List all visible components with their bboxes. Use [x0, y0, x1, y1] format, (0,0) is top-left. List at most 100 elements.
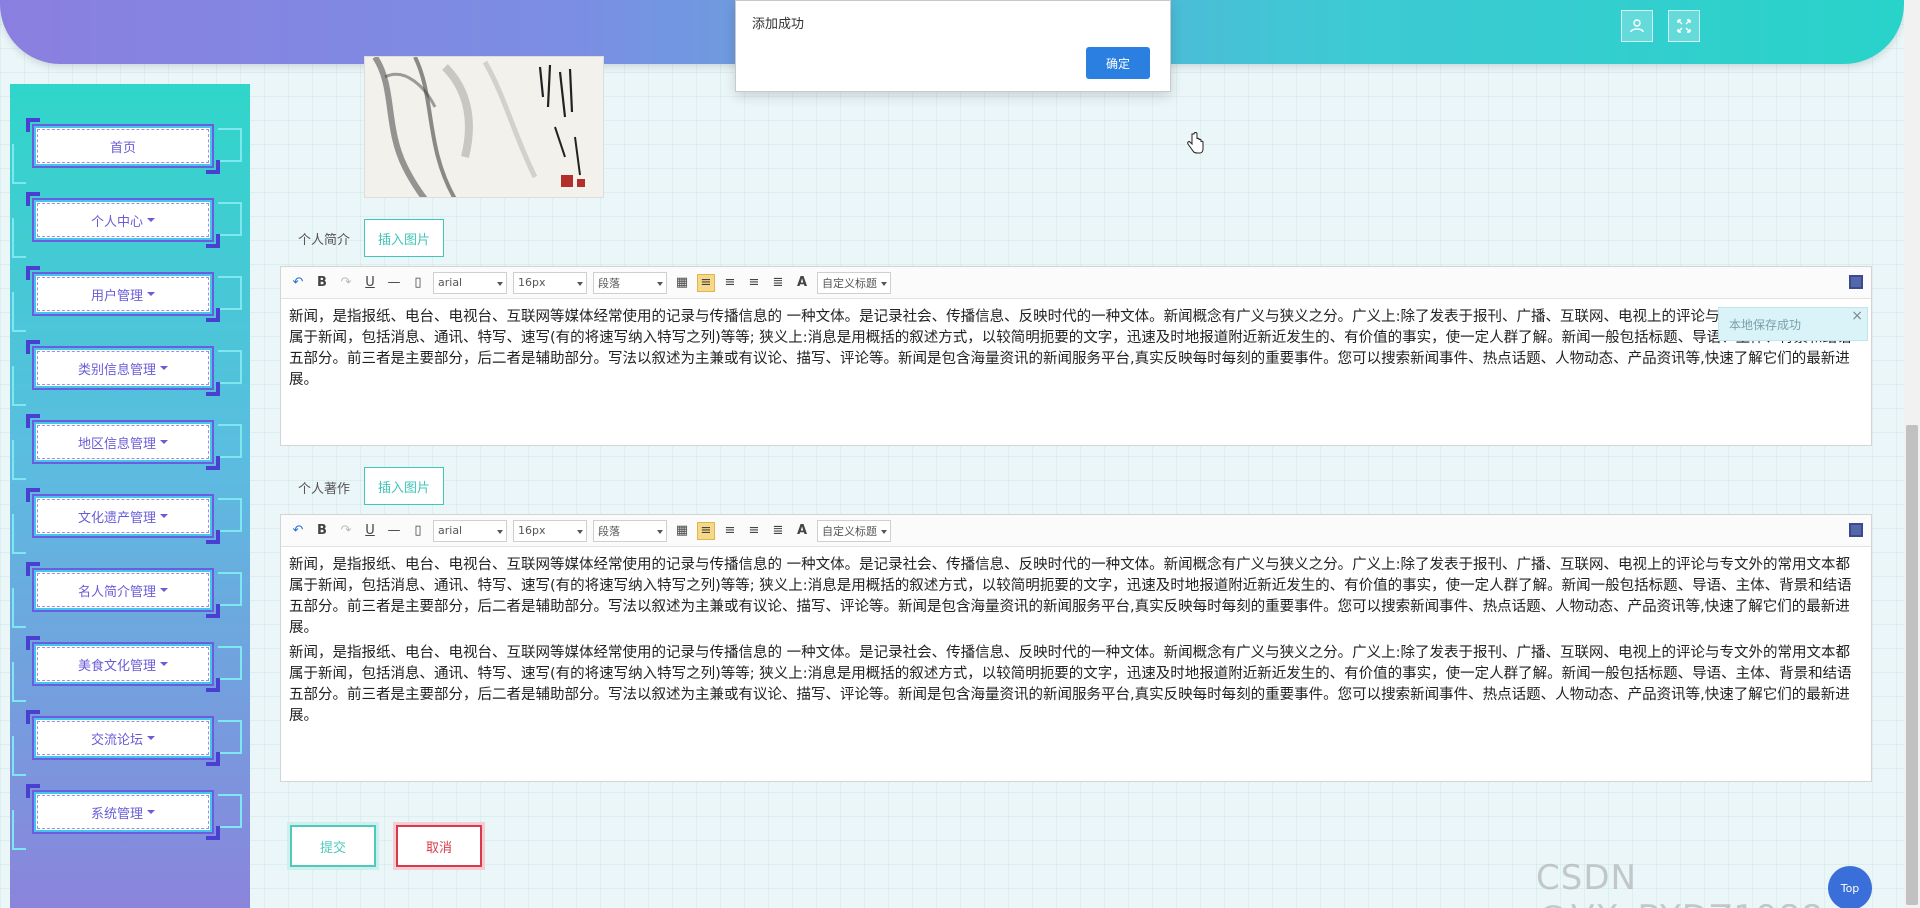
font-color-icon[interactable]: A: [793, 274, 811, 292]
sidebar-item-7[interactable]: 美食文化管理: [12, 636, 242, 702]
align-center-icon[interactable]: ≡: [745, 522, 763, 540]
align-left-icon[interactable]: ≡: [697, 521, 715, 540]
sidebar-item-frame[interactable]: 地区信息管理: [32, 420, 214, 464]
cancel-button[interactable]: 取消: [396, 825, 482, 867]
sidebar-item-frame[interactable]: 个人中心: [32, 198, 214, 242]
chevron-down-icon: [160, 514, 168, 518]
underline-icon[interactable]: U: [361, 274, 379, 292]
font-color-icon[interactable]: A: [793, 522, 811, 540]
menu-decoration: [218, 498, 242, 532]
local-save-toast: 本地保存成功 ×: [1718, 307, 1868, 341]
align-justify-icon[interactable]: ≣: [769, 522, 787, 540]
sidebar-item-frame[interactable]: 名人简介管理: [32, 568, 214, 612]
bold-icon[interactable]: B: [313, 522, 331, 540]
sidebar-item-label: 首页: [109, 140, 136, 156]
underline-icon[interactable]: U: [361, 522, 379, 540]
sidebar-item-3[interactable]: 类别信息管理: [12, 340, 242, 406]
close-icon[interactable]: ×: [1851, 308, 1863, 324]
menu-decoration: [218, 720, 242, 754]
alert-dialog: 添加成功 确定: [735, 0, 1171, 92]
custom-title-select[interactable]: 自定义标题: [817, 519, 891, 542]
table-icon[interactable]: ▦: [673, 522, 691, 540]
align-right-icon[interactable]: ≡: [721, 522, 739, 540]
fullscreen-icon: [1677, 19, 1691, 33]
intro-editor[interactable]: ↶ B ↷ U — ▯ arial 16px 段落 ▦ ≡ ≡ ≡ ≣ A 自定…: [280, 266, 1872, 446]
alert-ok-button[interactable]: 确定: [1086, 47, 1150, 79]
submit-button[interactable]: 提交: [290, 825, 376, 867]
font-size-select[interactable]: 16px: [513, 271, 587, 294]
sidebar-item-frame[interactable]: 首页: [32, 124, 214, 168]
sidebar-item-1[interactable]: 个人中心: [12, 192, 242, 258]
scrollbar-thumb[interactable]: [1906, 425, 1918, 905]
table-icon[interactable]: ▦: [673, 274, 691, 292]
sidebar-item-2[interactable]: 用户管理: [12, 266, 242, 332]
chevron-down-icon: [147, 736, 155, 740]
sidebar-item-frame[interactable]: 文化遗产管理: [32, 494, 214, 538]
align-justify-icon[interactable]: ≣: [769, 274, 787, 292]
page-scrollbar[interactable]: [1904, 0, 1920, 908]
sidebar-item-5[interactable]: 文化遗产管理: [12, 488, 242, 554]
sidebar-item-8[interactable]: 交流论坛: [12, 710, 242, 776]
menu-decoration: [218, 646, 242, 680]
menu-decoration: [12, 144, 26, 184]
menu-decoration: [12, 440, 26, 480]
sidebar-item-label: 交流论坛: [90, 732, 143, 748]
intro-paragraph: 新闻，是指报纸、电台、电视台、互联网等媒体经常使用的记录与传播信息的 一种文体。…: [289, 309, 1852, 388]
sidebar-item-label: 个人中心: [90, 214, 143, 230]
sidebar-item-6[interactable]: 名人简介管理: [12, 562, 242, 628]
works-editor-toolbar: ↶ B ↷ U — ▯ arial 16px 段落 ▦ ≡ ≡ ≡ ≣ A 自定…: [281, 515, 1871, 547]
sidebar-item-label: 文化遗产管理: [77, 510, 156, 526]
align-center-icon[interactable]: ≡: [745, 274, 763, 292]
align-left-icon[interactable]: ≡: [697, 273, 715, 292]
align-right-icon[interactable]: ≡: [721, 274, 739, 292]
clear-format-icon[interactable]: ▯: [409, 274, 427, 292]
paragraph-select[interactable]: 段落: [593, 271, 667, 294]
horizontal-rule-icon[interactable]: —: [385, 274, 403, 292]
editor-fullscreen-icon[interactable]: [1849, 523, 1863, 537]
sidebar-item-label: 美食文化管理: [77, 658, 156, 674]
menu-decoration: [218, 128, 242, 162]
redo-icon[interactable]: ↷: [337, 274, 355, 292]
sidebar-item-0[interactable]: 首页: [12, 118, 242, 184]
works-insert-image-button[interactable]: 插入图片: [364, 467, 444, 505]
chevron-down-icon: [147, 292, 155, 296]
menu-decoration: [12, 218, 26, 258]
sidebar-item-4[interactable]: 地区信息管理: [12, 414, 242, 480]
font-size-select[interactable]: 16px: [513, 519, 587, 542]
paragraph-select[interactable]: 段落: [593, 519, 667, 542]
works-editor-content[interactable]: 新闻，是指报纸、电台、电视台、互联网等媒体经常使用的记录与传播信息的 一种文体。…: [281, 547, 1871, 739]
chevron-down-icon: [147, 810, 155, 814]
sidebar-item-frame[interactable]: 美食文化管理: [32, 642, 214, 686]
works-paragraph-1: 新闻，是指报纸、电台、电视台、互联网等媒体经常使用的记录与传播信息的 一种文体。…: [289, 557, 1852, 636]
back-to-top-button[interactable]: Top: [1828, 866, 1872, 908]
chevron-down-icon: [147, 218, 155, 222]
sidebar-item-frame[interactable]: 用户管理: [32, 272, 214, 316]
works-editor[interactable]: ↶ B ↷ U — ▯ arial 16px 段落 ▦ ≡ ≡ ≡ ≣ A 自定…: [280, 514, 1872, 782]
intro-editor-content[interactable]: 新闻，是指报纸、电台、电视台、互联网等媒体经常使用的记录与传播信息的 一种文体。…: [281, 299, 1871, 403]
redo-icon[interactable]: ↷: [337, 522, 355, 540]
sidebar-item-frame[interactable]: 类别信息管理: [32, 346, 214, 390]
sidebar-item-9[interactable]: 系统管理: [12, 784, 242, 850]
fullscreen-button[interactable]: [1668, 10, 1700, 42]
chevron-down-icon: [160, 440, 168, 444]
menu-decoration: [12, 810, 26, 850]
undo-icon[interactable]: ↶: [289, 522, 307, 540]
portrait-image: [364, 56, 604, 198]
user-button[interactable]: [1621, 10, 1653, 42]
user-icon: [1630, 19, 1644, 33]
sidebar-item-label: 用户管理: [90, 288, 143, 304]
menu-decoration: [12, 662, 26, 702]
custom-title-select[interactable]: 自定义标题: [817, 271, 891, 294]
bold-icon[interactable]: B: [313, 274, 331, 292]
clear-format-icon[interactable]: ▯: [409, 522, 427, 540]
sidebar-item-frame[interactable]: 系统管理: [32, 790, 214, 834]
editor-fullscreen-icon[interactable]: [1849, 275, 1863, 289]
sidebar-item-frame[interactable]: 交流论坛: [32, 716, 214, 760]
font-family-select[interactable]: arial: [433, 271, 507, 294]
undo-icon[interactable]: ↶: [289, 274, 307, 292]
font-family-select[interactable]: arial: [433, 519, 507, 542]
horizontal-rule-icon[interactable]: —: [385, 522, 403, 540]
hand-cursor-icon: [1187, 132, 1204, 154]
menu-decoration: [12, 292, 26, 332]
intro-insert-image-button[interactable]: 插入图片: [364, 219, 444, 257]
